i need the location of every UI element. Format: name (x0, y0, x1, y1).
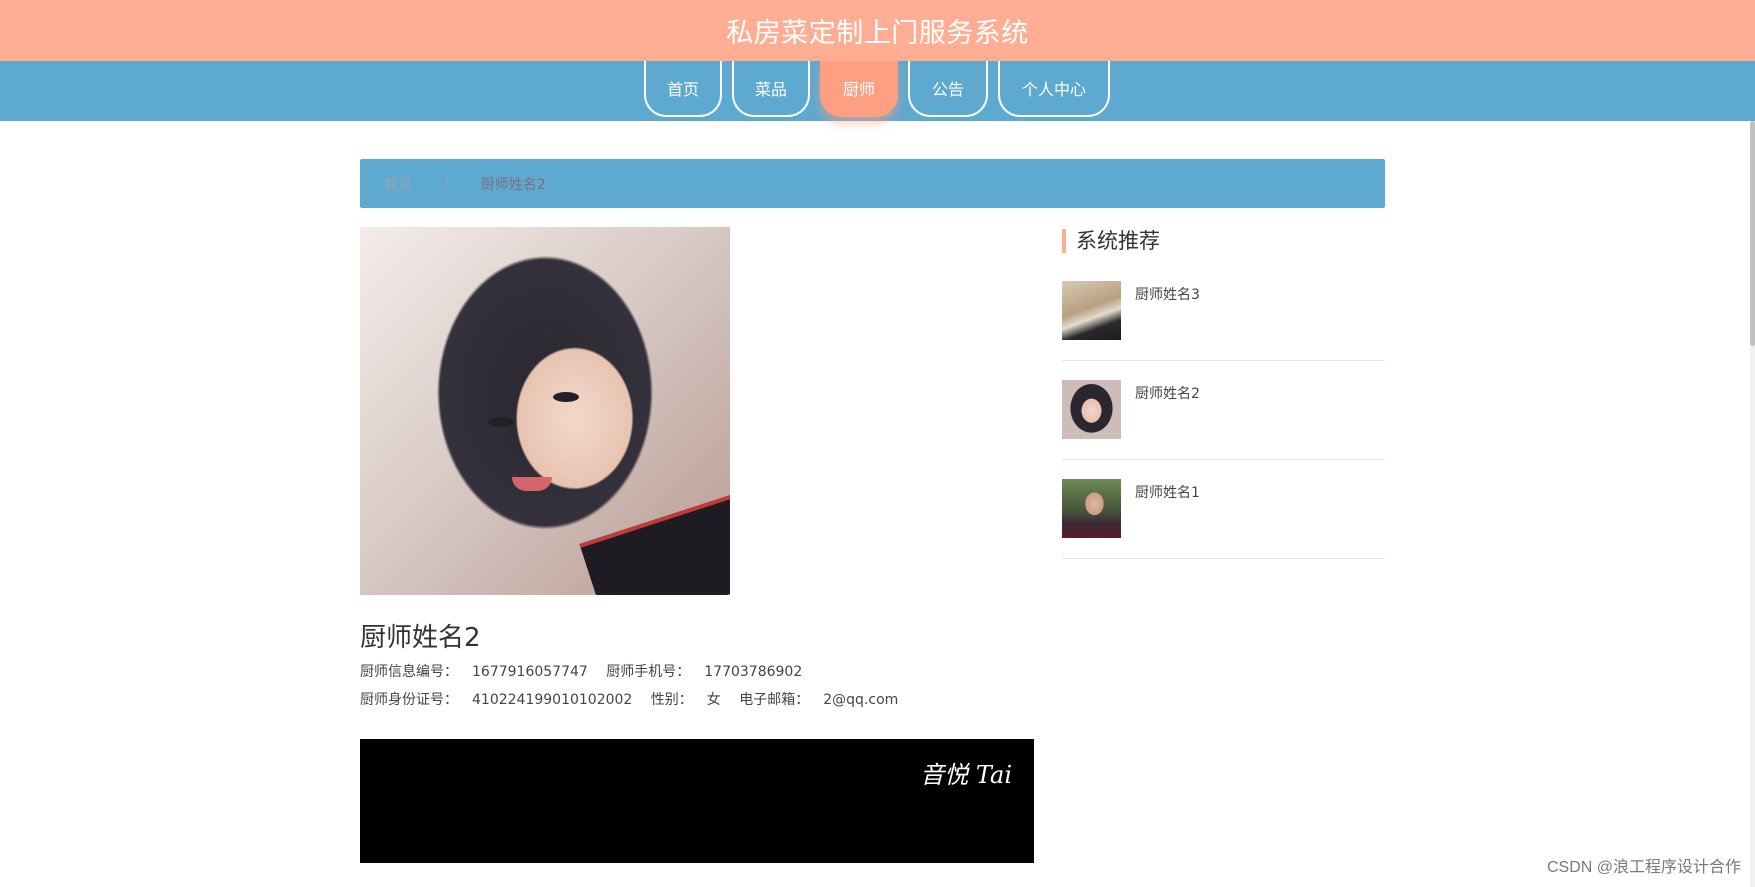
chef-phone-label: 厨师手机号： (606, 664, 691, 680)
nav-tab-chefs[interactable]: 厨师 (820, 61, 898, 117)
chef-photo (360, 227, 730, 595)
main-nav: 首页 菜品 厨师 公告 个人中心 (0, 61, 1755, 121)
chef-info-line-1: 厨师信息编号： 1677916057747 厨师手机号： 17703786902 (360, 661, 816, 681)
chef-gender-value: 女 (706, 692, 721, 708)
recommend-item[interactable]: 厨师姓名2 (1062, 380, 1385, 460)
photo-detail (488, 417, 514, 427)
chef-id-label: 厨师信息编号： (360, 664, 458, 680)
chef-email-value: 2@qq.com (823, 692, 899, 708)
nav-tabs: 首页 菜品 厨师 公告 个人中心 (644, 61, 1110, 121)
recommend-item-name[interactable]: 厨师姓名2 (1135, 383, 1200, 403)
site-title: 私房菜定制上门服务系统 (726, 18, 1029, 49)
chef-phone-value: 17703786902 (704, 664, 803, 680)
scrollbar-thumb[interactable] (1750, 121, 1755, 346)
nav-tab-profile[interactable]: 个人中心 (998, 61, 1110, 117)
recommend-item-name[interactable]: 厨师姓名3 (1135, 284, 1200, 304)
breadcrumb-home-link[interactable]: 首页 (384, 174, 412, 194)
csdn-watermark: CSDN @浪工程序设计合作 (1546, 859, 1741, 876)
recommend-item-name[interactable]: 厨师姓名1 (1135, 482, 1200, 502)
recommend-thumbnail[interactable] (1062, 380, 1121, 439)
recommend-item[interactable]: 厨师姓名3 (1062, 281, 1385, 361)
recommend-item[interactable]: 厨师姓名1 (1062, 479, 1385, 559)
chef-info-line-2: 厨师身份证号： 410224199010102002 性别： 女 电子邮箱： 2@qq… (360, 689, 912, 709)
breadcrumb-separator: / (444, 175, 449, 192)
nav-tab-dishes[interactable]: 菜品 (732, 61, 810, 117)
chef-idcard-value: 410224199010102002 (472, 692, 633, 708)
video-player[interactable]: 音悦 Tai (360, 739, 1034, 863)
breadcrumb-current: 厨师姓名2 (480, 176, 546, 193)
sidebar-title: 系统推荐 (1062, 229, 1160, 253)
chef-gender-label: 性别： (650, 692, 693, 708)
photo-detail (512, 477, 552, 491)
photo-detail (553, 392, 579, 402)
recommend-thumbnail[interactable] (1062, 281, 1121, 340)
chef-idcard-label: 厨师身份证号： (360, 692, 458, 708)
photo-detail (579, 494, 730, 595)
site-header: 私房菜定制上门服务系统 (0, 0, 1755, 61)
chef-name-heading: 厨师姓名2 (360, 623, 481, 653)
breadcrumb: 首页 / 厨师姓名2 (360, 159, 1385, 208)
chef-email-label: 电子邮箱： (739, 692, 810, 708)
nav-tab-notices[interactable]: 公告 (908, 61, 988, 117)
recommend-thumbnail[interactable] (1062, 479, 1121, 538)
chef-id-value: 1677916057747 (472, 664, 588, 680)
nav-tab-home[interactable]: 首页 (644, 61, 722, 117)
recommend-list: 厨师姓名3 厨师姓名2 厨师姓名1 (1062, 281, 1385, 578)
video-watermark: 音悦 Tai (920, 761, 1012, 789)
